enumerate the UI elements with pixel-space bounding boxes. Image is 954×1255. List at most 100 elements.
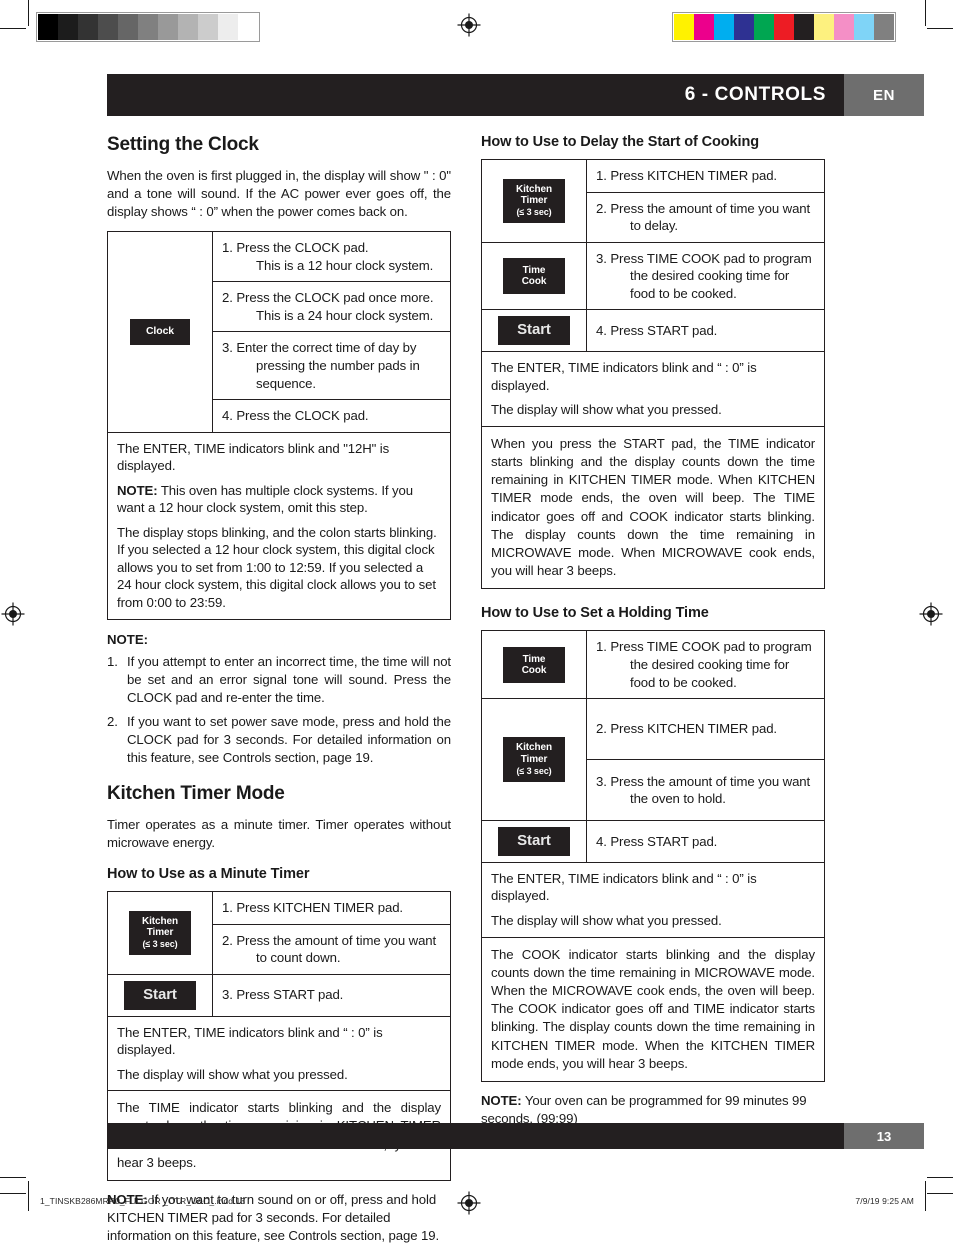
- result-line: The display stops blinking, and the colo…: [117, 524, 437, 610]
- color-swatch-0: [674, 14, 694, 40]
- step-text: 1. Press KITCHEN TIMER pad.: [596, 168, 777, 183]
- slug-filename: 1_TINSKB286MRR0_FULGOR _OTR_U&C_.indd 13: [40, 1196, 246, 1206]
- time-cook-pad-button[interactable]: Time Cook: [503, 646, 565, 683]
- color-swatch-5: [774, 14, 794, 40]
- table-row: Start 4. Press START pad.: [481, 309, 825, 353]
- step-cell: 2. Press the amount of time you want to …: [586, 191, 825, 243]
- list-text: If you want to set power save mode, pres…: [127, 713, 451, 765]
- step-subtext: the desired cooking time for food to be …: [630, 268, 790, 301]
- pad-cell-time-cook: Time Cook: [481, 630, 587, 700]
- color-swatch-4: [754, 14, 774, 40]
- time-cook-pad-line2: Cook: [521, 664, 547, 676]
- step-cell: 2. Press KITCHEN TIMER pad.: [586, 698, 825, 761]
- list-item: 1. If you attempt to enter an incorrect …: [107, 653, 451, 707]
- gray-swatch-8: [198, 14, 218, 40]
- step-subtext: the oven to hold.: [630, 791, 726, 807]
- start-pad-button[interactable]: Start: [124, 980, 196, 1010]
- color-swatch-10: [874, 14, 894, 40]
- step-cell: 2. Press the CLOCK pad once more. This i…: [212, 281, 451, 333]
- pad-cell-start: Start: [107, 973, 213, 1017]
- gray-swatch-2: [78, 14, 98, 40]
- time-cook-pad-button[interactable]: Time Cook: [503, 257, 565, 295]
- kitchen-timer-pad-button[interactable]: Kitchen Timer (≤ 3 sec): [503, 737, 565, 782]
- section-heading-setting-the-clock: Setting the Clock: [107, 134, 259, 155]
- step-text: 4. Press START pad.: [596, 833, 718, 849]
- pad-cell-start: Start: [481, 309, 587, 353]
- table-row: Kitchen Timer (≤ 3 sec) 1. Press KITCHEN…: [107, 891, 451, 975]
- start-pad-button[interactable]: Start: [498, 827, 570, 856]
- result-line: The ENTER, TIME indicators blink and "12…: [117, 440, 390, 474]
- table-row: The ENTER, TIME indicators blink and “ :…: [481, 351, 825, 427]
- result-line-note: NOTE: This oven has multiple clock syste…: [117, 482, 441, 517]
- kitchen-timer-pad-line2: Timer: [520, 194, 548, 206]
- color-control-bars: [672, 12, 896, 42]
- step-subtext: to count down.: [256, 950, 341, 966]
- subheading-holding-time: How to Use to Set a Holding Time: [481, 605, 709, 622]
- page-title: 6 - CONTROLS: [684, 84, 826, 105]
- right-column: How to Use to Delay the Start of Cooking…: [481, 134, 825, 1255]
- start-pad-label: Start: [143, 985, 177, 1003]
- crop-mark: [28, 1181, 29, 1211]
- registration-target-icon: [456, 1190, 482, 1216]
- header-language-block: EN: [844, 74, 924, 116]
- page-body: Setting the Clock When the oven is first…: [107, 134, 924, 1255]
- color-swatch-2: [714, 14, 734, 40]
- result-cell: When you press the START pad, the TIME i…: [481, 425, 825, 590]
- crop-mark: [927, 1177, 953, 1178]
- table-row: The ENTER, TIME indicators blink and “ :…: [481, 861, 825, 938]
- color-swatch-7: [814, 14, 834, 40]
- step-cell: 3. Press the amount of time you want the…: [586, 759, 825, 822]
- step-cell: 4. Press the CLOCK pad.: [212, 399, 451, 433]
- kitchen-timer-pad-button[interactable]: Kitchen Timer (≤ 3 sec): [129, 910, 191, 956]
- gray-swatch-9: [218, 14, 238, 40]
- step-subtext: the desired cooking time for food to be …: [630, 657, 790, 690]
- table-row: Clock 1. Press the CLOCK pad. This is a …: [107, 231, 451, 433]
- table-row: The ENTER, TIME indicators blink and "12…: [107, 431, 451, 620]
- note-heading: NOTE:: [107, 631, 149, 647]
- gray-swatch-0: [38, 14, 58, 40]
- list-number: 2.: [107, 713, 118, 729]
- kitchen-timer-intro: Timer operates as a minute timer. Timer …: [107, 817, 451, 851]
- header-title-block: 6 - CONTROLS: [107, 74, 844, 116]
- note-text: Your oven can be programmed for 99 minut…: [481, 1093, 807, 1127]
- delay-start-procedure-table: Kitchen Timer (≤ 3 sec) 1. Press KITCHEN…: [481, 159, 825, 590]
- crop-mark: [0, 1177, 26, 1178]
- start-pad-button[interactable]: Start: [498, 316, 570, 346]
- step-text: 1. Press TIME COOK pad to program: [596, 639, 812, 655]
- step-text: 2. Press the CLOCK pad once more.: [222, 290, 434, 306]
- left-column: Setting the Clock When the oven is first…: [107, 134, 451, 1255]
- pad-cell-start: Start: [481, 820, 587, 863]
- setting-clock-intro: When the oven is first plugged in, the d…: [107, 168, 451, 220]
- step-subtext: This is a 24 hour clock system.: [256, 307, 434, 323]
- step-cell: 4. Press START pad.: [586, 309, 825, 353]
- gray-swatch-3: [98, 14, 118, 40]
- gray-swatch-10: [238, 14, 258, 40]
- crop-mark: [0, 1193, 26, 1194]
- table-row: Start 3. Press START pad.: [107, 973, 451, 1017]
- step-text: 2. Press the amount of time you want: [596, 200, 811, 216]
- time-cook-pad-line1: Time: [522, 264, 546, 276]
- note-text: This oven has multiple clock systems. If…: [117, 482, 413, 516]
- kitchen-timer-pad-duration: (≤ 3 sec): [142, 939, 178, 950]
- result-line: The ENTER, TIME indicators blink and “ :…: [491, 360, 757, 393]
- list-item: 2. If you want to set power save mode, p…: [107, 713, 451, 767]
- holding-time-procedure-table: Time Cook 1. Press TIME COOK pad to prog…: [481, 630, 825, 1083]
- grayscale-step-wedge: [36, 12, 260, 42]
- crop-mark: [28, 0, 29, 26]
- clock-pad-button[interactable]: Clock: [130, 319, 190, 345]
- result-line: The display will show what you pressed.: [117, 1066, 348, 1082]
- subheading-delay-start: How to Use to Delay the Start of Cooking: [481, 134, 759, 150]
- result-cell: The COOK indicator starts blinking and t…: [481, 936, 825, 1083]
- color-swatch-9: [854, 14, 874, 40]
- step-text: 4. Press START pad.: [596, 322, 718, 338]
- kitchen-timer-pad-button[interactable]: Kitchen Timer (≤ 3 sec): [503, 178, 565, 224]
- step-cell: 3. Press START pad.: [212, 973, 451, 1017]
- step-text: 3. Press TIME COOK pad to program: [596, 250, 812, 266]
- page-header: 6 - CONTROLS EN: [107, 74, 924, 116]
- crop-mark: [927, 1193, 953, 1194]
- step-cell: 3. Enter the correct time of day by pres…: [212, 331, 451, 401]
- step-text: 2. Press KITCHEN TIMER pad.: [596, 721, 777, 737]
- color-swatch-1: [694, 14, 714, 40]
- language-badge: EN: [872, 86, 896, 104]
- time-cook-pad-line2: Cook: [521, 275, 547, 287]
